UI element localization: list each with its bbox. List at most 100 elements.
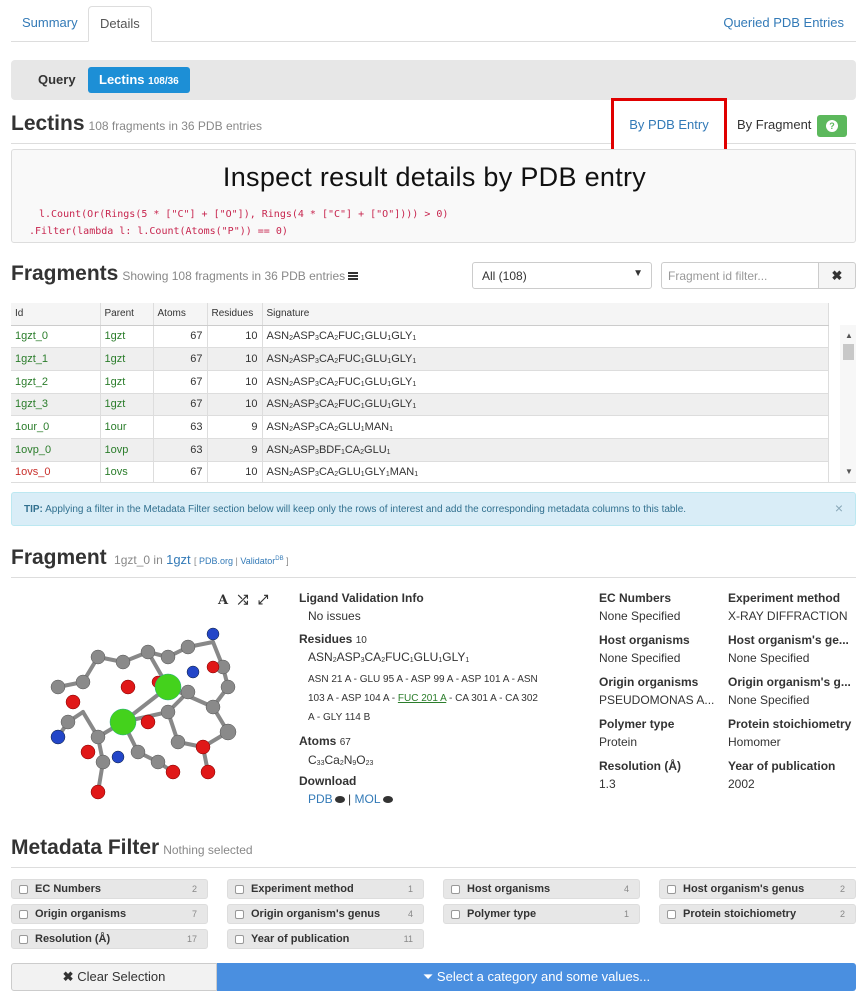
scroll-down-icon[interactable]: ▼ [845, 467, 853, 476]
table-row[interactable]: 1ovp_0 1ovp 63 9 ASN2ASP3BDF1CA2GLU1 [11, 438, 829, 462]
clear-selection-button[interactable]: ✖ Clear Selection [11, 963, 217, 991]
metadata-field-value: None Specified [599, 609, 681, 623]
molecule-3d-viewer[interactable] [28, 612, 278, 812]
cell-parent[interactable]: 1gzt [100, 347, 154, 371]
help-button[interactable]: ? [817, 115, 847, 137]
signature-residue: CA [364, 650, 382, 664]
cell-id[interactable]: 1gzt_2 [11, 370, 101, 394]
cell-signature: ASN2ASP3CA2FUC1GLU1GLY1 [262, 370, 829, 394]
signature-count: 1 [414, 471, 419, 479]
tab-summary-label[interactable]: Summary [22, 15, 78, 30]
chip-checkbox[interactable] [667, 885, 676, 894]
tab-details-label[interactable]: Details [100, 16, 140, 31]
download-pdb-link[interactable]: PDB [308, 792, 333, 806]
chip-checkbox[interactable] [451, 885, 460, 894]
chip-checkbox[interactable] [235, 910, 244, 919]
table-row[interactable]: 1gzt_1 1gzt 67 10 ASN2ASP3CA2FUC1GLU1GLY1 [11, 347, 829, 371]
metadata-filter-chip[interactable]: Host organisms 4 [443, 879, 640, 899]
cell-parent[interactable]: 1gzt [100, 370, 154, 394]
metadata-filter-chip[interactable]: Origin organism's genus 4 [227, 904, 424, 924]
fragment-category-select[interactable]: All (108) ▼ [472, 262, 652, 289]
cell-id[interactable]: 1ovp_0 [11, 438, 101, 462]
chip-checkbox[interactable] [235, 885, 244, 894]
eye-icon[interactable] [334, 796, 345, 803]
eye-icon[interactable] [382, 796, 393, 803]
metadata-filter-chip[interactable]: Polymer type 1 [443, 904, 640, 924]
chip-checkbox[interactable] [235, 935, 244, 944]
signature-count: 1 [465, 657, 470, 664]
chip-label: Resolution (Å) [35, 933, 111, 945]
fragment-id-filter[interactable] [661, 262, 818, 289]
fuc-residue-link[interactable]: FUC 201 A [398, 693, 446, 704]
clear-filter-button[interactable]: ✖ [818, 262, 856, 289]
metadata-field: Host organisms None Specified [599, 633, 724, 665]
metadata-filter-chip[interactable]: Experiment method 1 [227, 879, 424, 899]
table-row[interactable]: 1gzt_2 1gzt 67 10 ASN2ASP3CA2FUC1GLU1GLY1 [11, 370, 829, 394]
metadata-filter-chip[interactable]: Origin organisms 7 [11, 904, 208, 924]
metadata-filter-chip[interactable]: Protein stoichiometry 2 [659, 904, 856, 924]
chip-checkbox[interactable] [19, 910, 28, 919]
table-row[interactable]: 1our_0 1our 63 9 ASN2ASP3CA2GLU1MAN1 [11, 415, 829, 439]
cell-id[interactable]: 1gzt_0 [11, 325, 101, 349]
queried-pdb-entries-link[interactable]: Queried PDB Entries [723, 6, 844, 40]
cell-id[interactable]: 1gzt_3 [11, 393, 101, 417]
cell-parent[interactable]: 1ovp [100, 438, 154, 462]
metadata-filter-chip[interactable]: Host organism's genus 2 [659, 879, 856, 899]
col-id[interactable]: Id [11, 303, 101, 326]
cell-id[interactable]: 1ovs_0 [11, 461, 101, 482]
shuffle-icon[interactable]: ⤮ [238, 592, 248, 607]
chip-checkbox[interactable] [19, 935, 28, 944]
text-icon[interactable]: A [218, 593, 228, 608]
col-atoms[interactable]: Atoms [153, 303, 208, 326]
select-category-button[interactable]: ⏷ Select a category and some values... [217, 963, 856, 991]
table-row[interactable]: 1gzt_0 1gzt 67 10 ASN2ASP3CA2FUC1GLU1GLY1 [11, 325, 829, 349]
col-residues[interactable]: Residues [207, 303, 263, 326]
chip-count: 17 [186, 934, 197, 944]
cell-parent[interactable]: 1our [100, 415, 154, 439]
col-parent[interactable]: Parent [100, 303, 154, 326]
download-mol-link[interactable]: MOL [355, 792, 381, 806]
fragment-parent-link[interactable]: 1gzt [166, 552, 191, 567]
fragment-id-filter-input[interactable] [662, 263, 812, 288]
chip-checkbox[interactable] [667, 910, 676, 919]
validator-link[interactable]: ValidatorDB [240, 556, 283, 566]
residues-line-2: 103 A - ASP 104 A - FUC 201 A - CA 301 A… [308, 689, 584, 708]
list-icon[interactable] [348, 272, 359, 280]
by-pdb-entry-tab[interactable]: By PDB Entry [611, 98, 727, 154]
lectins-query-pill[interactable]: Lectins 108/36 [88, 67, 190, 93]
col-signature[interactable]: Signature [262, 303, 829, 326]
fragments-header: Fragments Showing 108 fragments in 36 PDB… [11, 262, 461, 286]
atoms-count: 67 [339, 737, 351, 748]
table-row[interactable]: 1gzt_3 1gzt 67 10 ASN2ASP3CA2FUC1GLU1GLY1 [11, 393, 829, 417]
cell-parent[interactable]: 1ovs [100, 461, 154, 482]
chip-checkbox[interactable] [451, 910, 460, 919]
metadata-field: Host organism's ge... None Specified [728, 633, 853, 665]
fragments-subtitle: Showing 108 fragments in 36 PDB entries [122, 269, 346, 283]
signature-residue: GLU [364, 353, 388, 366]
metadata-filter-chip[interactable]: EC Numbers 2 [11, 879, 208, 899]
metadata-filter-chip[interactable]: Resolution (Å) 17 [11, 929, 208, 949]
pdb-org-link[interactable]: PDB.org [199, 556, 233, 566]
signature-residue: ASP [293, 398, 316, 411]
scroll-up-icon[interactable]: ▲ [845, 331, 853, 340]
chip-count: 2 [191, 884, 197, 894]
tab-summary[interactable]: Summary [11, 6, 89, 42]
metadata-filter-title: Metadata Filter [11, 836, 160, 859]
cell-parent[interactable]: 1gzt [100, 325, 154, 349]
cell-id[interactable]: 1our_0 [11, 415, 101, 439]
expand-icon[interactable]: ⤢ [258, 592, 268, 607]
chip-label: EC Numbers [35, 883, 102, 895]
cell-parent[interactable]: 1gzt [100, 393, 154, 417]
cell-id[interactable]: 1gzt_1 [11, 347, 101, 371]
tab-details[interactable]: Details [88, 6, 152, 42]
caret-down-icon: ▼ [633, 268, 643, 279]
metadata-filter-chip[interactable]: Year of publication 11 [227, 929, 424, 949]
chip-checkbox[interactable] [19, 885, 28, 894]
close-icon[interactable]: × [835, 500, 843, 516]
table-scrollbar-thumb[interactable] [843, 344, 854, 360]
fragment-detail-header: Fragment 1gzt_0 in 1gzt [ PDB.org | Vali… [11, 546, 856, 578]
by-fragment-tab[interactable]: By Fragment [737, 117, 811, 132]
table-row[interactable]: 1ovs_0 1ovs 67 10 ASN2ASP3CA2GLU1GLY1MAN1 [11, 461, 829, 482]
query-label[interactable]: Query [38, 60, 76, 100]
metadata-field-value: PSEUDOMONAS A... [599, 693, 715, 707]
